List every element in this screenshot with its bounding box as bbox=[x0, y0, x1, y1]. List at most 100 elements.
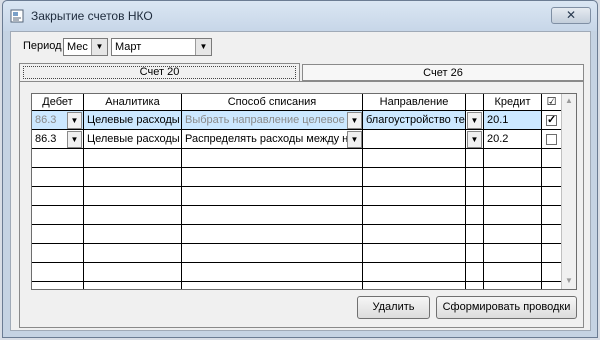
empty-cell[interactable] bbox=[484, 282, 542, 289]
cell-analytics[interactable]: Целевые расходы bbox=[84, 130, 182, 149]
chevron-down-icon[interactable]: ▼ bbox=[347, 131, 362, 148]
empty-cell[interactable] bbox=[542, 168, 562, 187]
empty-cell[interactable] bbox=[484, 187, 542, 206]
close-button[interactable]: ✕ bbox=[551, 7, 591, 24]
empty-cell[interactable] bbox=[542, 244, 562, 263]
empty-cell[interactable] bbox=[466, 187, 484, 206]
empty-cell[interactable] bbox=[84, 187, 182, 206]
empty-cell[interactable] bbox=[484, 263, 542, 282]
empty-cell[interactable] bbox=[182, 282, 363, 289]
empty-cell[interactable] bbox=[466, 206, 484, 225]
empty-cell[interactable] bbox=[542, 282, 562, 289]
empty-cell[interactable] bbox=[84, 168, 182, 187]
empty-cell[interactable] bbox=[466, 244, 484, 263]
cell-direction-button bbox=[466, 111, 484, 130]
chevron-down-icon[interactable]: ▼ bbox=[67, 112, 82, 129]
empty-cell[interactable] bbox=[182, 149, 363, 168]
empty-cell[interactable] bbox=[484, 225, 542, 244]
empty-cell[interactable] bbox=[32, 244, 84, 263]
row-checkbox[interactable] bbox=[546, 134, 557, 145]
empty-cell[interactable] bbox=[32, 282, 84, 289]
cell-method[interactable]: Распределять расходы между нап bbox=[182, 130, 363, 149]
empty-cell[interactable] bbox=[363, 187, 466, 206]
empty-cell[interactable] bbox=[363, 244, 466, 263]
window-title: Закрытие счетов НКО bbox=[31, 9, 153, 23]
empty-cell[interactable] bbox=[32, 225, 84, 244]
empty-cell[interactable] bbox=[466, 225, 484, 244]
empty-cell[interactable] bbox=[182, 206, 363, 225]
chevron-down-icon[interactable]: ▼ bbox=[467, 131, 482, 148]
cell-direction[interactable]: благоустройство тер bbox=[363, 111, 466, 130]
empty-cell[interactable] bbox=[466, 168, 484, 187]
tab-schet-20[interactable]: Счет 20 bbox=[19, 63, 300, 81]
tab-focus-outline bbox=[23, 66, 296, 79]
empty-cell[interactable] bbox=[363, 263, 466, 282]
empty-cell[interactable] bbox=[542, 206, 562, 225]
column-header-credit[interactable]: Кредит bbox=[484, 94, 542, 111]
empty-cell[interactable] bbox=[32, 168, 84, 187]
row-checkbox[interactable]: ✓ bbox=[546, 115, 557, 126]
chevron-down-icon[interactable]: ▼ bbox=[91, 39, 107, 55]
column-header-debit[interactable]: Дебет bbox=[32, 94, 84, 111]
empty-cell[interactable] bbox=[84, 282, 182, 289]
empty-cell[interactable] bbox=[484, 168, 542, 187]
empty-cell[interactable] bbox=[363, 282, 466, 289]
column-header-direction-button bbox=[466, 94, 484, 111]
tab-schet-26[interactable]: Счет 26 bbox=[302, 64, 584, 81]
cell-direction[interactable] bbox=[363, 130, 466, 149]
period-type-select[interactable]: Мес ▼ bbox=[63, 38, 108, 56]
cell-method[interactable]: Выбрать направление целевое фи bbox=[182, 111, 363, 130]
empty-cell[interactable] bbox=[182, 225, 363, 244]
scroll-up-icon[interactable]: ▲ bbox=[562, 94, 576, 108]
column-header-check[interactable]: ☑ bbox=[542, 94, 562, 111]
empty-cell[interactable] bbox=[84, 263, 182, 282]
column-header-analytics[interactable]: Аналитика bbox=[84, 94, 182, 111]
chevron-down-icon[interactable]: ▼ bbox=[195, 39, 211, 55]
period-type-value: Мес bbox=[67, 41, 88, 53]
empty-cell[interactable] bbox=[484, 149, 542, 168]
empty-cell[interactable] bbox=[363, 206, 466, 225]
empty-cell[interactable] bbox=[542, 263, 562, 282]
empty-cell[interactable] bbox=[32, 263, 84, 282]
empty-cell[interactable] bbox=[32, 187, 84, 206]
cell-analytics[interactable]: Целевые расходы bbox=[84, 111, 182, 130]
empty-cell[interactable] bbox=[363, 168, 466, 187]
accounts-grid[interactable]: Дебет Аналитика Способ списания Направле… bbox=[31, 93, 577, 290]
empty-cell[interactable] bbox=[32, 206, 84, 225]
empty-cell[interactable] bbox=[484, 206, 542, 225]
delete-button[interactable]: Удалить bbox=[357, 296, 430, 319]
empty-cell[interactable] bbox=[542, 225, 562, 244]
chevron-down-icon[interactable]: ▼ bbox=[67, 131, 82, 148]
empty-cell[interactable] bbox=[466, 282, 484, 289]
column-header-direction[interactable]: Направление bbox=[363, 94, 466, 111]
dialog-client-area: Период Мес ▼ Март ▼ Счет 20 Счет 26 Дебе… bbox=[10, 31, 591, 331]
cell-credit[interactable]: 20.1 bbox=[484, 111, 542, 130]
empty-cell[interactable] bbox=[182, 168, 363, 187]
empty-cell[interactable] bbox=[542, 187, 562, 206]
empty-cell[interactable] bbox=[84, 225, 182, 244]
empty-cell[interactable] bbox=[484, 244, 542, 263]
empty-cell[interactable] bbox=[466, 263, 484, 282]
grid-scrollbar[interactable]: ▲ ▼ bbox=[561, 94, 576, 289]
empty-cell[interactable] bbox=[84, 206, 182, 225]
empty-cell[interactable] bbox=[182, 187, 363, 206]
empty-cell[interactable] bbox=[182, 244, 363, 263]
empty-cell[interactable] bbox=[363, 225, 466, 244]
empty-cell[interactable] bbox=[466, 149, 484, 168]
column-header-method[interactable]: Способ списания bbox=[182, 94, 363, 111]
close-icon: ✕ bbox=[565, 8, 577, 22]
period-month-select[interactable]: Март ▼ bbox=[111, 38, 212, 56]
cell-credit[interactable]: 20.2 bbox=[484, 130, 542, 149]
generate-entries-button[interactable]: Сформировать проводки bbox=[436, 296, 577, 319]
chevron-down-icon[interactable]: ▼ bbox=[347, 112, 362, 129]
empty-cell[interactable] bbox=[542, 149, 562, 168]
period-month-value: Март bbox=[115, 41, 142, 53]
empty-cell[interactable] bbox=[182, 263, 363, 282]
empty-cell[interactable] bbox=[84, 244, 182, 263]
empty-cell[interactable] bbox=[363, 149, 466, 168]
scroll-down-icon[interactable]: ▼ bbox=[562, 274, 576, 288]
empty-cell[interactable] bbox=[84, 149, 182, 168]
tab-panel: Дебет Аналитика Способ списания Направле… bbox=[19, 81, 584, 328]
app-icon bbox=[10, 9, 24, 23]
empty-cell[interactable] bbox=[32, 149, 84, 168]
